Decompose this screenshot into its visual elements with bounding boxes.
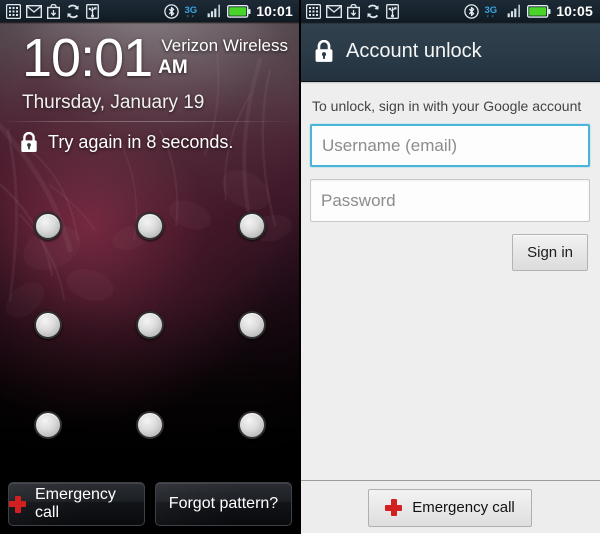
pattern-dot-3[interactable] — [238, 212, 266, 240]
screenshot-root: 3G 10:01 10:01 AM Thursday, January 19 V… — [0, 0, 600, 534]
usb-icon — [86, 3, 99, 19]
lock-screen-action-bar: Emergency call Forgot pattern? — [0, 482, 300, 526]
emergency-call-label: Emergency call — [412, 499, 515, 516]
3g-icon: 3G — [485, 4, 498, 17]
account-unlock-panel: 3G 10:05 Account unlock To unlock, sign … — [300, 0, 600, 534]
lockout-status-message: Try again in 8 seconds. — [20, 132, 233, 153]
red-cross-icon — [9, 495, 26, 513]
sync-icon — [367, 4, 379, 18]
lock-screen-panel: 3G 10:01 10:01 AM Thursday, January 19 V… — [0, 0, 300, 534]
account-unlock-header: Account unlock — [300, 22, 600, 84]
gmail-envelope-icon — [26, 4, 42, 18]
pattern-dot-9[interactable] — [238, 411, 266, 439]
clock-ampm: AM — [158, 56, 188, 78]
status-bar-right-left-icons — [306, 3, 399, 19]
status-bar-left: 3G 10:01 — [0, 0, 300, 24]
screen-divider — [299, 0, 301, 534]
lockout-message-text: Try again in 8 seconds. — [48, 132, 234, 152]
password-placeholder: Password — [321, 190, 396, 210]
usb-icon — [386, 3, 399, 19]
emergency-call-button[interactable]: Emergency call — [8, 482, 145, 526]
pattern-row-3 — [0, 411, 300, 439]
red-cross-icon — [385, 499, 403, 516]
pattern-lock-grid[interactable] — [0, 182, 300, 462]
download-bag-icon — [347, 3, 360, 19]
account-unlock-footer: Emergency call — [300, 480, 600, 534]
pattern-dot-4[interactable] — [34, 311, 62, 339]
pattern-dot-5[interactable] — [136, 311, 164, 339]
sign-in-row: Sign in — [310, 234, 590, 271]
account-unlock-title: Account unlock — [346, 40, 482, 62]
pattern-dot-7[interactable] — [34, 411, 62, 439]
clock-date: Thursday, January 19 — [22, 91, 205, 113]
bluetooth-icon — [164, 3, 179, 19]
status-bar-right: 3G 10:05 — [300, 0, 600, 24]
account-unlock-form: To unlock, sign in with your Google acco… — [300, 82, 600, 480]
bluetooth-icon — [464, 3, 479, 19]
download-bag-icon — [47, 3, 60, 19]
svg-text:3G: 3G — [185, 4, 198, 15]
unlock-instruction-text: To unlock, sign in with your Google acco… — [312, 98, 582, 114]
username-input[interactable]: Username (email) — [310, 124, 590, 167]
gmail-envelope-icon — [326, 4, 342, 18]
lock-icon — [315, 40, 333, 62]
lock-screen-body: 10:01 AM Thursday, January 19 Verizon Wi… — [0, 22, 300, 534]
sync-icon — [67, 4, 79, 18]
sign-in-label: Sign in — [527, 244, 573, 261]
status-bar-clock: 10:05 — [556, 3, 593, 19]
pattern-row-2 — [0, 311, 300, 339]
clock-time: 10:01 — [22, 28, 153, 88]
battery-icon — [527, 4, 551, 18]
signal-bars-icon — [507, 4, 521, 18]
3g-icon: 3G — [185, 4, 198, 17]
pattern-dot-8[interactable] — [136, 411, 164, 439]
pattern-dot-6[interactable] — [238, 311, 266, 339]
pattern-dot-1[interactable] — [34, 212, 62, 240]
keypad-icon — [306, 3, 321, 19]
svg-text:3G: 3G — [485, 4, 498, 15]
password-input[interactable]: Password — [310, 179, 590, 222]
sign-in-button[interactable]: Sign in — [512, 234, 588, 271]
status-bar-clock: 10:01 — [256, 3, 293, 19]
forgot-pattern-button[interactable]: Forgot pattern? — [155, 482, 292, 526]
status-bar-right-right-icons: 3G 10:05 — [464, 3, 596, 19]
lock-icon — [21, 132, 37, 152]
pattern-dot-2[interactable] — [136, 212, 164, 240]
pattern-row-1 — [0, 212, 300, 240]
keypad-icon — [6, 3, 21, 19]
status-bar-right-icons: 3G 10:01 — [164, 3, 296, 19]
emergency-call-label: Emergency call — [35, 486, 116, 521]
carrier-label: Verizon Wireless — [161, 36, 288, 55]
emergency-call-button[interactable]: Emergency call — [368, 488, 532, 527]
signal-bars-icon — [207, 4, 221, 18]
lock-screen-divider — [0, 121, 300, 122]
status-bar-left-icons — [6, 3, 99, 19]
battery-icon — [227, 4, 251, 18]
username-placeholder: Username (email) — [322, 135, 458, 155]
forgot-pattern-label: Forgot pattern? — [168, 495, 279, 512]
